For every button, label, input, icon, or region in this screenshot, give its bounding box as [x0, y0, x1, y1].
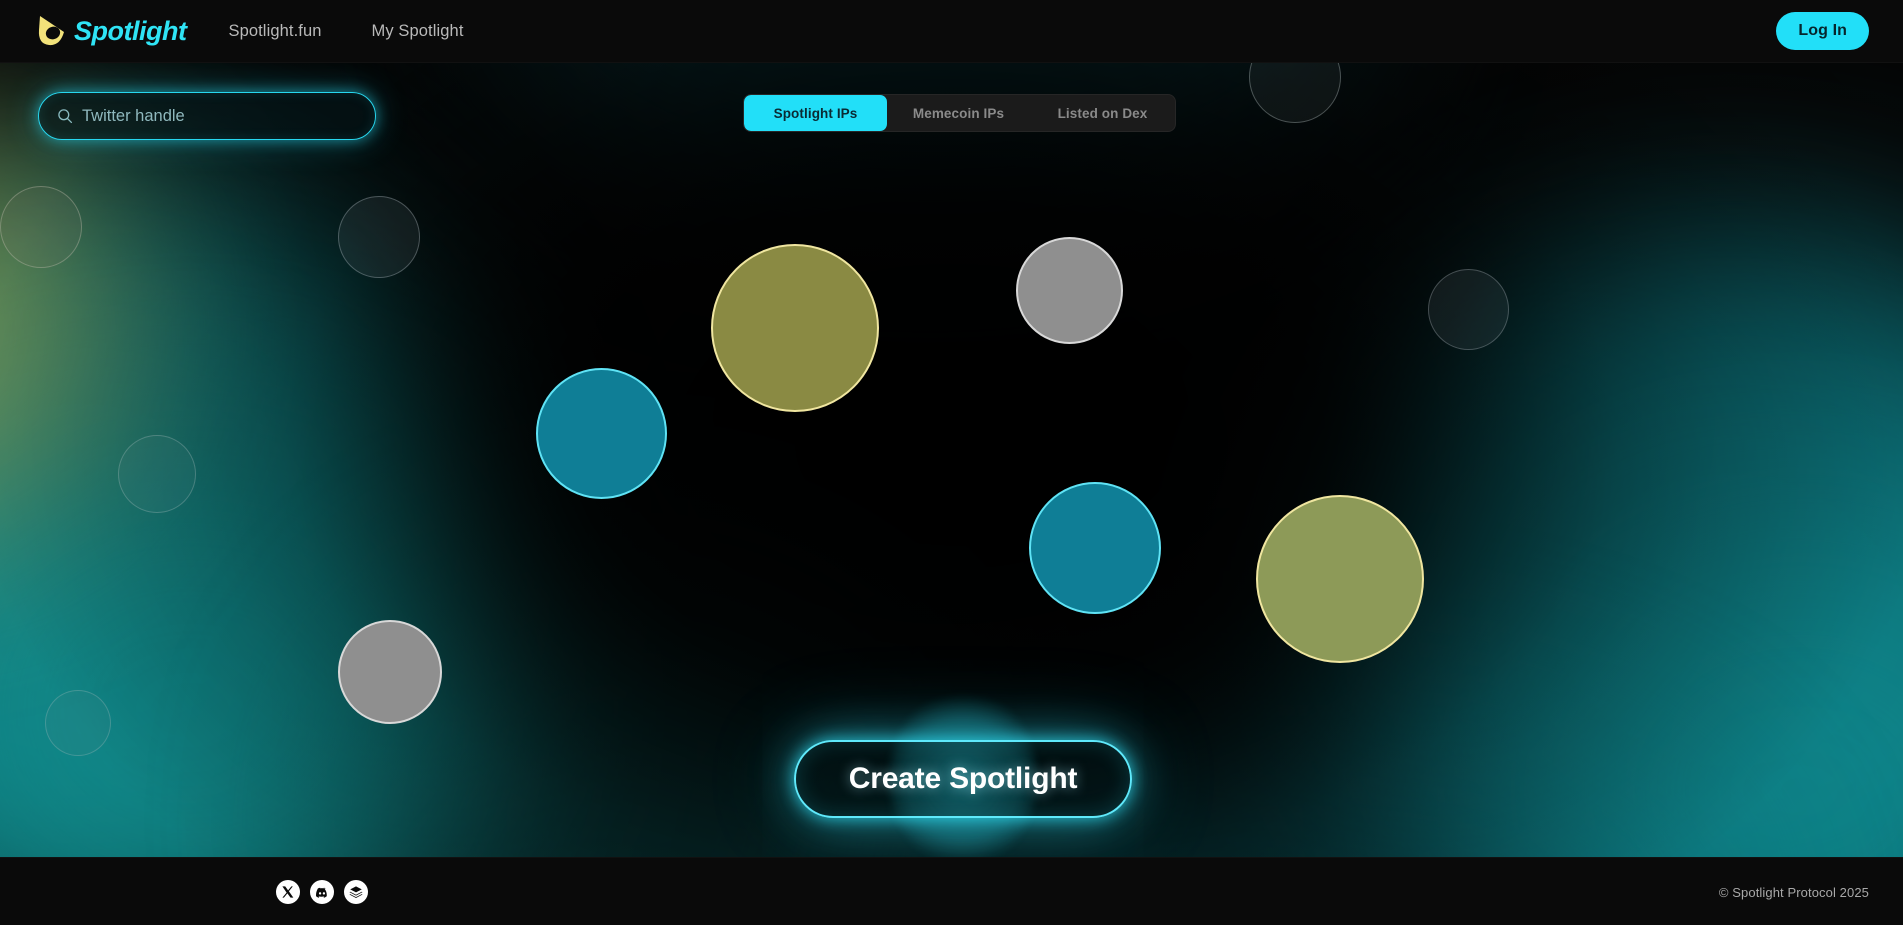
glow-left-teal-secondary	[0, 430, 500, 925]
bubble-outline-5[interactable]	[118, 435, 196, 513]
bubble-olive-right[interactable]	[1256, 495, 1424, 663]
tab-memecoin-ips[interactable]: Memecoin IPs	[887, 95, 1030, 131]
search-input[interactable]	[82, 106, 361, 126]
tab-spotlight-ips[interactable]: Spotlight IPs	[744, 95, 887, 131]
nav-links: Spotlight.fun My Spotlight	[228, 22, 463, 41]
spotlight-teardrop-logo-icon	[38, 16, 64, 46]
bubble-outline-6[interactable]	[45, 690, 111, 756]
story-protocol-layers-icon	[349, 886, 363, 898]
bubble-teal-mid[interactable]	[536, 368, 667, 499]
bubble-grey-mid[interactable]	[1016, 237, 1123, 344]
bubble-grey-bottom[interactable]	[338, 620, 442, 724]
bubble-olive-large[interactable]	[711, 244, 879, 412]
x-twitter-icon	[282, 886, 294, 898]
logo[interactable]: Spotlight	[36, 14, 187, 48]
bubble-teal-right[interactable]	[1029, 482, 1161, 614]
social-links	[276, 880, 368, 904]
x-twitter-link[interactable]	[276, 880, 300, 904]
nav-item-my-spotlight[interactable]: My Spotlight	[372, 22, 464, 41]
glow-left-gold	[0, 130, 130, 530]
search-icon	[58, 109, 73, 124]
create-spotlight-container: Create Spotlight	[794, 691, 1132, 867]
bubble-outline-2[interactable]	[0, 186, 82, 268]
create-spotlight-button[interactable]: Create Spotlight	[794, 740, 1132, 818]
story-protocol-link[interactable]	[344, 880, 368, 904]
bubble-outline-4[interactable]	[1428, 269, 1509, 350]
search-container	[38, 92, 376, 140]
logo-text: Spotlight	[74, 15, 187, 46]
discord-icon	[316, 887, 327, 898]
footer-bar: © Spotlight Protocol 2025	[0, 857, 1903, 925]
bubble-outline-3[interactable]	[338, 196, 420, 278]
log-in-button[interactable]: Log In	[1776, 12, 1869, 50]
discord-link[interactable]	[310, 880, 334, 904]
glow-right-teal	[1320, 240, 1903, 925]
search-box[interactable]	[38, 92, 376, 140]
filter-tab-bar: Spotlight IPs Memecoin IPs Listed on Dex	[743, 94, 1176, 132]
top-navigation-bar: Spotlight Spotlight.fun My Spotlight Log…	[0, 0, 1903, 63]
nav-item-spotlight-fun[interactable]: Spotlight.fun	[228, 22, 321, 41]
page-root: Spotlight Spotlight.fun My Spotlight Log…	[0, 0, 1903, 925]
copyright-text: © Spotlight Protocol 2025	[1718, 885, 1869, 900]
tab-listed-on-dex[interactable]: Listed on Dex	[1030, 95, 1175, 131]
glow-left-teal	[0, 170, 490, 925]
